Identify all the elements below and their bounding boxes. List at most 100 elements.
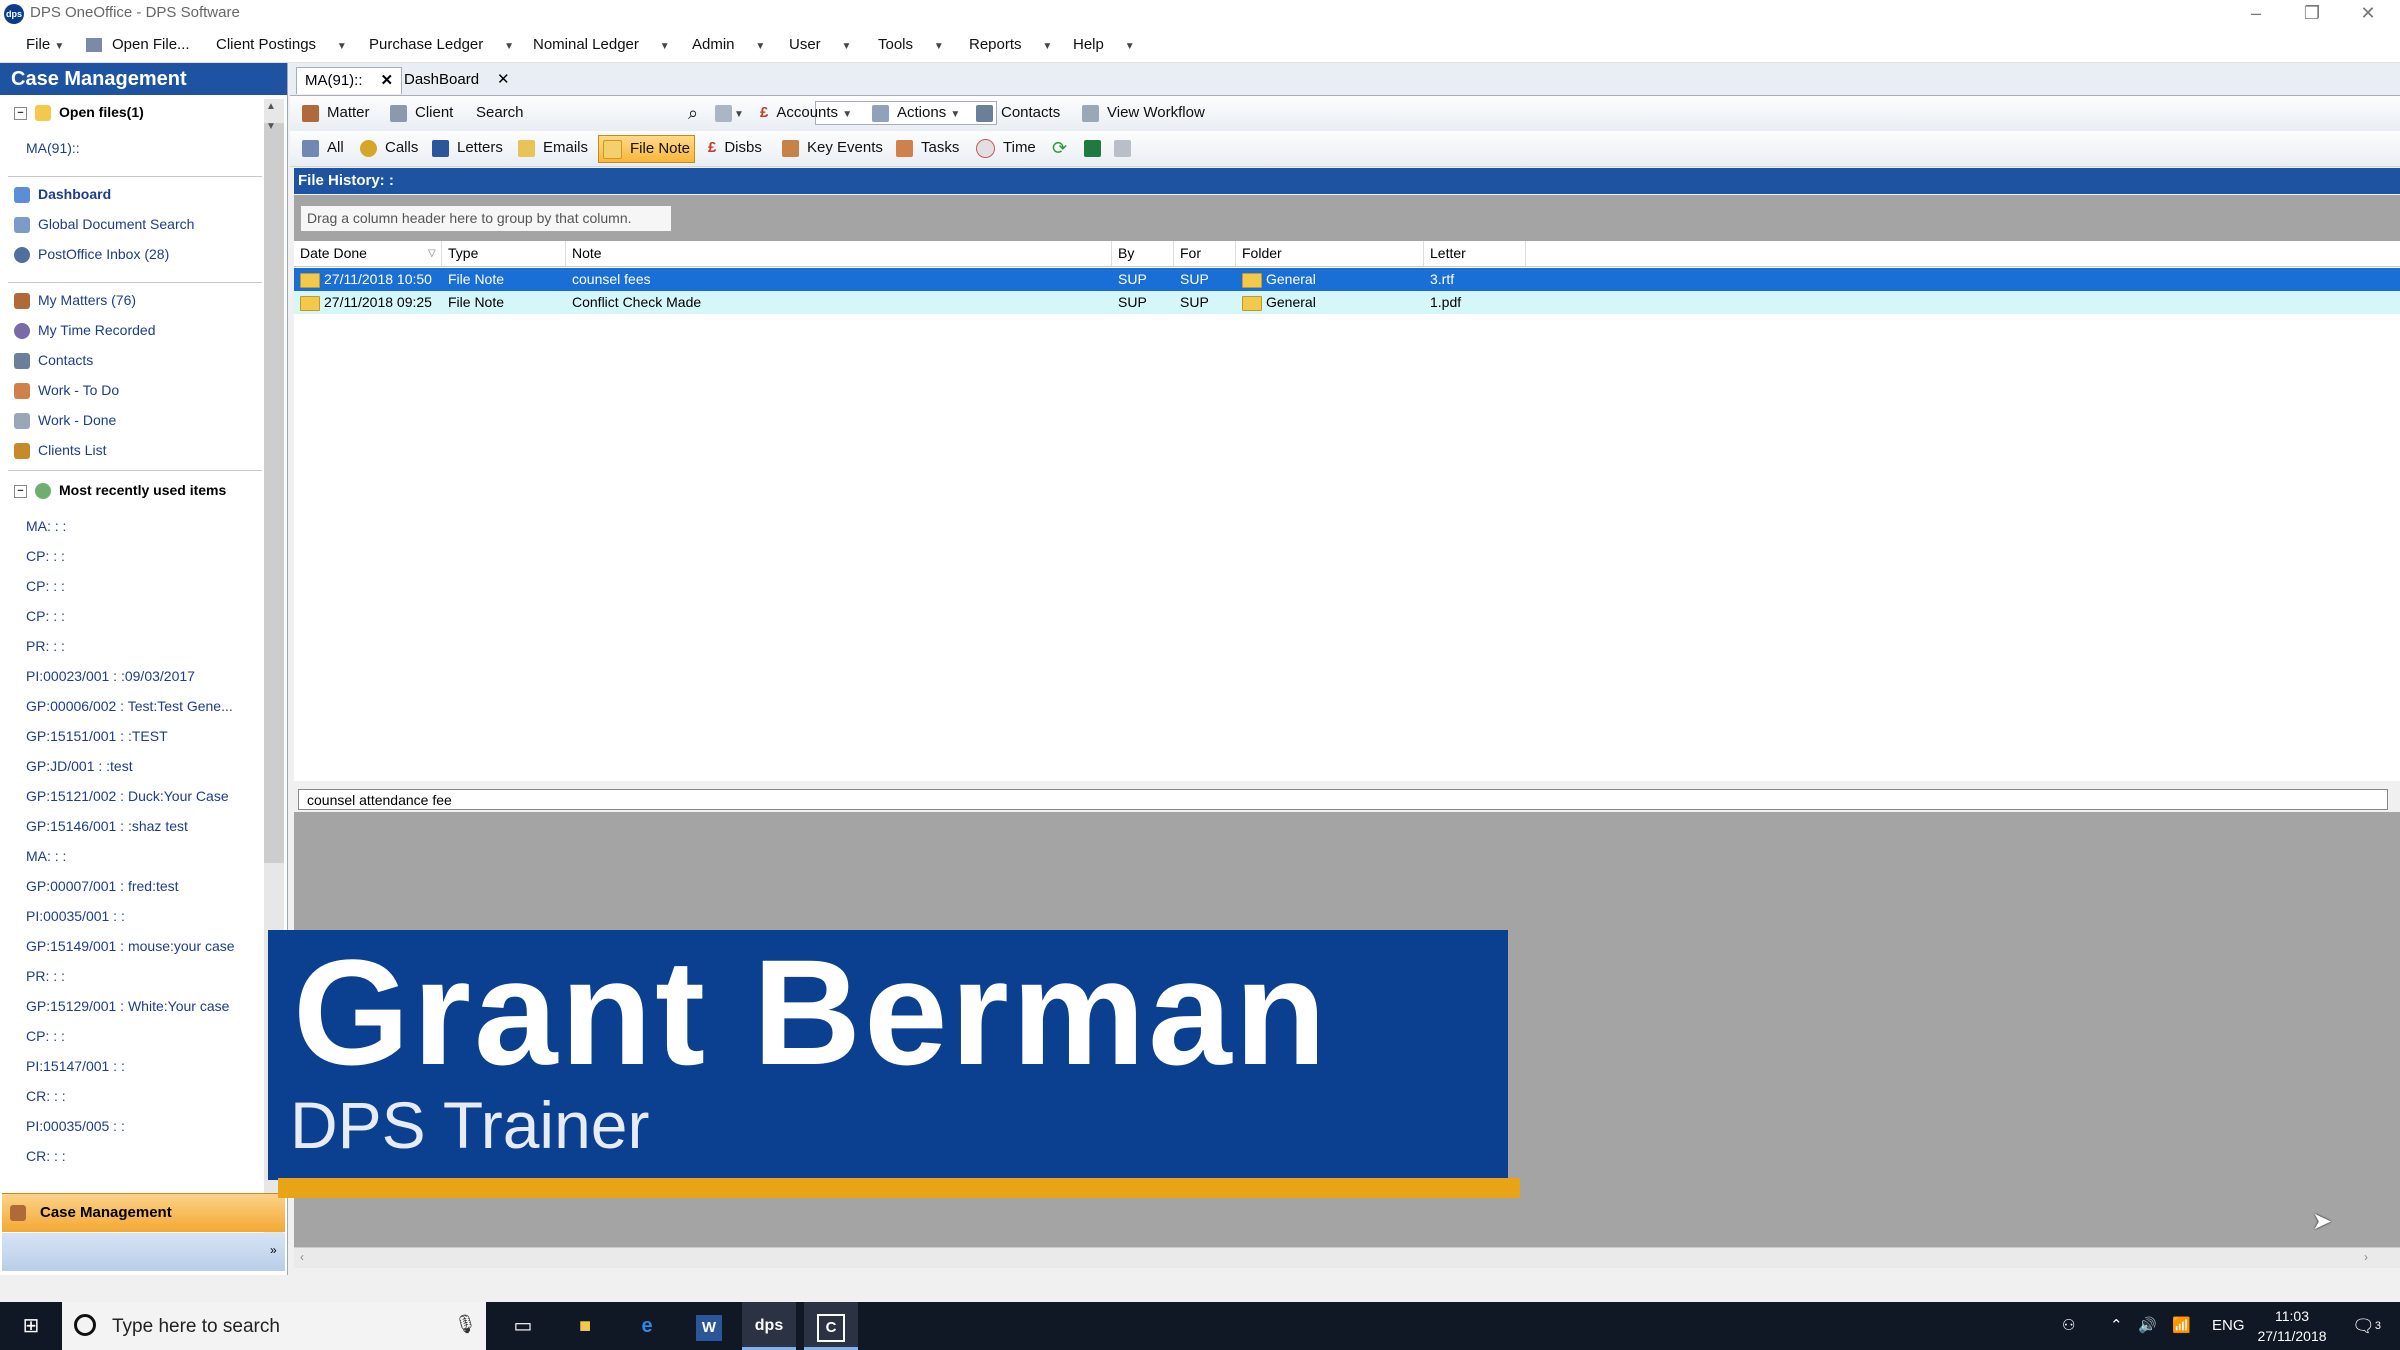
cell-letter[interactable]: 3.rtf <box>1424 268 1526 291</box>
recent-item[interactable]: CP: : : <box>26 571 262 601</box>
column-header-by[interactable]: By <box>1112 241 1174 266</box>
column-header-date-done[interactable]: Date Done ▽ <box>294 241 442 266</box>
windows-start-icon[interactable]: ⊞ <box>4 1302 58 1350</box>
recent-item[interactable]: CP: : : <box>26 1021 262 1051</box>
note-preview-field[interactable]: counsel attendance fee <box>298 789 2388 810</box>
close-tab-icon[interactable]: ✕ <box>381 72 394 89</box>
edge-browser-icon[interactable]: e <box>620 1302 674 1350</box>
task-view-icon[interactable]: ▭ <box>496 1302 550 1350</box>
column-header-note[interactable]: Note <box>566 241 1112 266</box>
nav-postoffice-inbox[interactable]: PostOffice Inbox (28) <box>14 239 276 269</box>
menu-help[interactable]: Help ▼ <box>1073 36 1135 53</box>
scrollbar-thumb[interactable] <box>264 123 284 863</box>
camtasia-app-icon[interactable]: C <box>804 1302 858 1350</box>
recent-items-node[interactable]: − Most recently used items <box>14 475 276 505</box>
scroll-down-icon[interactable]: ▼ <box>266 121 276 132</box>
nav-dashboard[interactable]: Dashboard <box>14 179 276 209</box>
filter-all-button[interactable]: All <box>302 137 344 159</box>
language-indicator[interactable]: ENG <box>2212 1302 2245 1350</box>
tray-overflow-icon[interactable]: ⌃ <box>2110 1302 2123 1350</box>
nav-clients-list[interactable]: Clients List <box>14 435 276 465</box>
open-file-item[interactable]: MA(91):: <box>26 133 288 163</box>
search-icon[interactable]: ⌕ <box>688 102 698 124</box>
nav-work-done[interactable]: Work - Done <box>14 405 276 435</box>
recent-item[interactable]: GP:00006/002 : Test:Test Gene... <box>26 691 262 721</box>
recent-item[interactable]: GP:15151/001 : :TEST <box>26 721 262 751</box>
column-header-type[interactable]: Type <box>442 241 566 266</box>
scroll-left-icon[interactable]: ‹ <box>300 1250 304 1264</box>
nav-global-document-search[interactable]: Global Document Search <box>14 209 276 239</box>
cell-letter[interactable]: 1.pdf <box>1424 291 1526 314</box>
filter-letters-button[interactable]: Letters <box>432 137 503 159</box>
taskbar-search-box[interactable]: Type here to search 🎙 <box>62 1302 486 1350</box>
recent-item[interactable]: GP:JD/001 : :test <box>26 751 262 781</box>
tab-matter[interactable]: MA(91):: ✕ <box>296 67 403 94</box>
menu-open-file[interactable]: Open File... <box>86 36 190 53</box>
column-header-folder[interactable]: Folder <box>1236 241 1424 266</box>
recent-item[interactable]: CP: : : <box>26 601 262 631</box>
menu-tools[interactable]: Tools ▼ <box>878 36 944 53</box>
menu-nominal-ledger[interactable]: Nominal Ledger ▼ <box>533 36 670 53</box>
microphone-icon[interactable]: 🎙 <box>454 1314 477 1335</box>
client-button[interactable]: Client <box>390 102 453 124</box>
menu-admin[interactable]: Admin ▼ <box>692 36 765 53</box>
minimize-icon[interactable]: – <box>2228 0 2284 28</box>
menu-client-postings[interactable]: Client Postings ▼ <box>216 36 347 53</box>
menu-purchase-ledger[interactable]: Purchase Ledger ▼ <box>369 36 514 53</box>
nav-work-to-do[interactable]: Work - To Do <box>14 375 276 405</box>
recent-item[interactable]: MA: : : <box>26 841 262 871</box>
open-files-node[interactable]: − Open files(1) <box>14 97 276 127</box>
taskbar-clock[interactable]: 11:03 27/11/2018 <box>2256 1306 2328 1346</box>
network-icon[interactable]: 📶 <box>2172 1302 2191 1350</box>
menu-reports[interactable]: Reports ▼ <box>969 36 1052 53</box>
recent-item[interactable]: PI:00035/001 : : <box>26 901 262 931</box>
recent-item[interactable]: PR: : : <box>26 961 262 991</box>
contacts-button[interactable]: Contacts <box>976 102 1060 124</box>
view-workflow-button[interactable]: View Workflow <box>1082 102 1205 124</box>
filter-file-note-button[interactable]: File Note <box>598 135 696 163</box>
scroll-up-icon[interactable]: ▲ <box>266 101 276 112</box>
collapse-icon[interactable]: − <box>14 484 27 498</box>
file-explorer-icon[interactable]: ■ <box>558 1302 612 1350</box>
recent-item[interactable]: GP:15129/001 : White:Your case <box>26 991 262 1021</box>
scroll-right-icon[interactable]: › <box>2364 1250 2368 1264</box>
matter-button[interactable]: Matter <box>302 102 370 124</box>
search-options-button[interactable]: ▼ <box>715 102 744 124</box>
menu-user[interactable]: User ▼ <box>789 36 851 53</box>
nav-contacts[interactable]: Contacts <box>14 345 276 375</box>
recent-item[interactable]: MA: : : <box>26 511 262 541</box>
collapse-icon[interactable]: − <box>14 106 27 120</box>
column-header-for[interactable]: For <box>1174 241 1236 266</box>
recent-item[interactable]: CR: : : <box>26 1081 262 1111</box>
table-row[interactable]: 27/11/2018 09:25 File Note Conflict Chec… <box>294 291 2400 314</box>
filter-time-button[interactable]: Time <box>976 137 1036 159</box>
expand-sections-icon[interactable]: » <box>270 1243 277 1257</box>
column-header-letter[interactable]: Letter <box>1424 241 1526 266</box>
recent-item[interactable]: GP:15149/001 : mouse:your case <box>26 931 262 961</box>
nav-my-matters[interactable]: My Matters (76) <box>14 285 276 315</box>
export-excel-button[interactable] <box>1084 137 1109 159</box>
recent-item[interactable]: PI:00035/005 : : <box>26 1111 262 1141</box>
actions-button[interactable]: Actions ▼ <box>872 102 960 124</box>
filter-disbs-button[interactable]: £ Disbs <box>708 137 762 159</box>
nav-my-time-recorded[interactable]: My Time Recorded <box>14 315 276 345</box>
recent-item[interactable]: CR: : : <box>26 1141 262 1171</box>
print-button[interactable] <box>1114 137 1139 159</box>
recent-item[interactable]: CP: : : <box>26 541 262 571</box>
recent-item[interactable]: GP:15121/002 : Duck:Your Case <box>26 781 262 811</box>
recent-item[interactable]: PI:00023/001 : :09/03/2017 <box>26 661 262 691</box>
filter-calls-button[interactable]: Calls <box>360 137 418 159</box>
recent-item[interactable]: GP:00007/001 : fred:test <box>26 871 262 901</box>
accounts-button[interactable]: £ Accounts ▼ <box>760 102 852 124</box>
filter-tasks-button[interactable]: Tasks <box>896 137 959 159</box>
refresh-icon[interactable]: ⟳ <box>1052 137 1067 159</box>
action-center-icon[interactable]: 🗨3 <box>2352 1302 2381 1350</box>
volume-icon[interactable]: 🔊 <box>2138 1302 2157 1350</box>
recent-item[interactable]: GP:15146/001 : :shaz test <box>26 811 262 841</box>
restore-icon[interactable]: ❐ <box>2284 0 2340 28</box>
people-icon[interactable]: ⚇ <box>2062 1302 2075 1350</box>
recent-item[interactable]: PI:15147/001 : : <box>26 1051 262 1081</box>
recent-item[interactable]: PR: : : <box>26 631 262 661</box>
case-management-section-button[interactable]: Case Management <box>2 1193 285 1232</box>
table-row[interactable]: 27/11/2018 10:50 File Note counsel fees … <box>294 268 2400 291</box>
